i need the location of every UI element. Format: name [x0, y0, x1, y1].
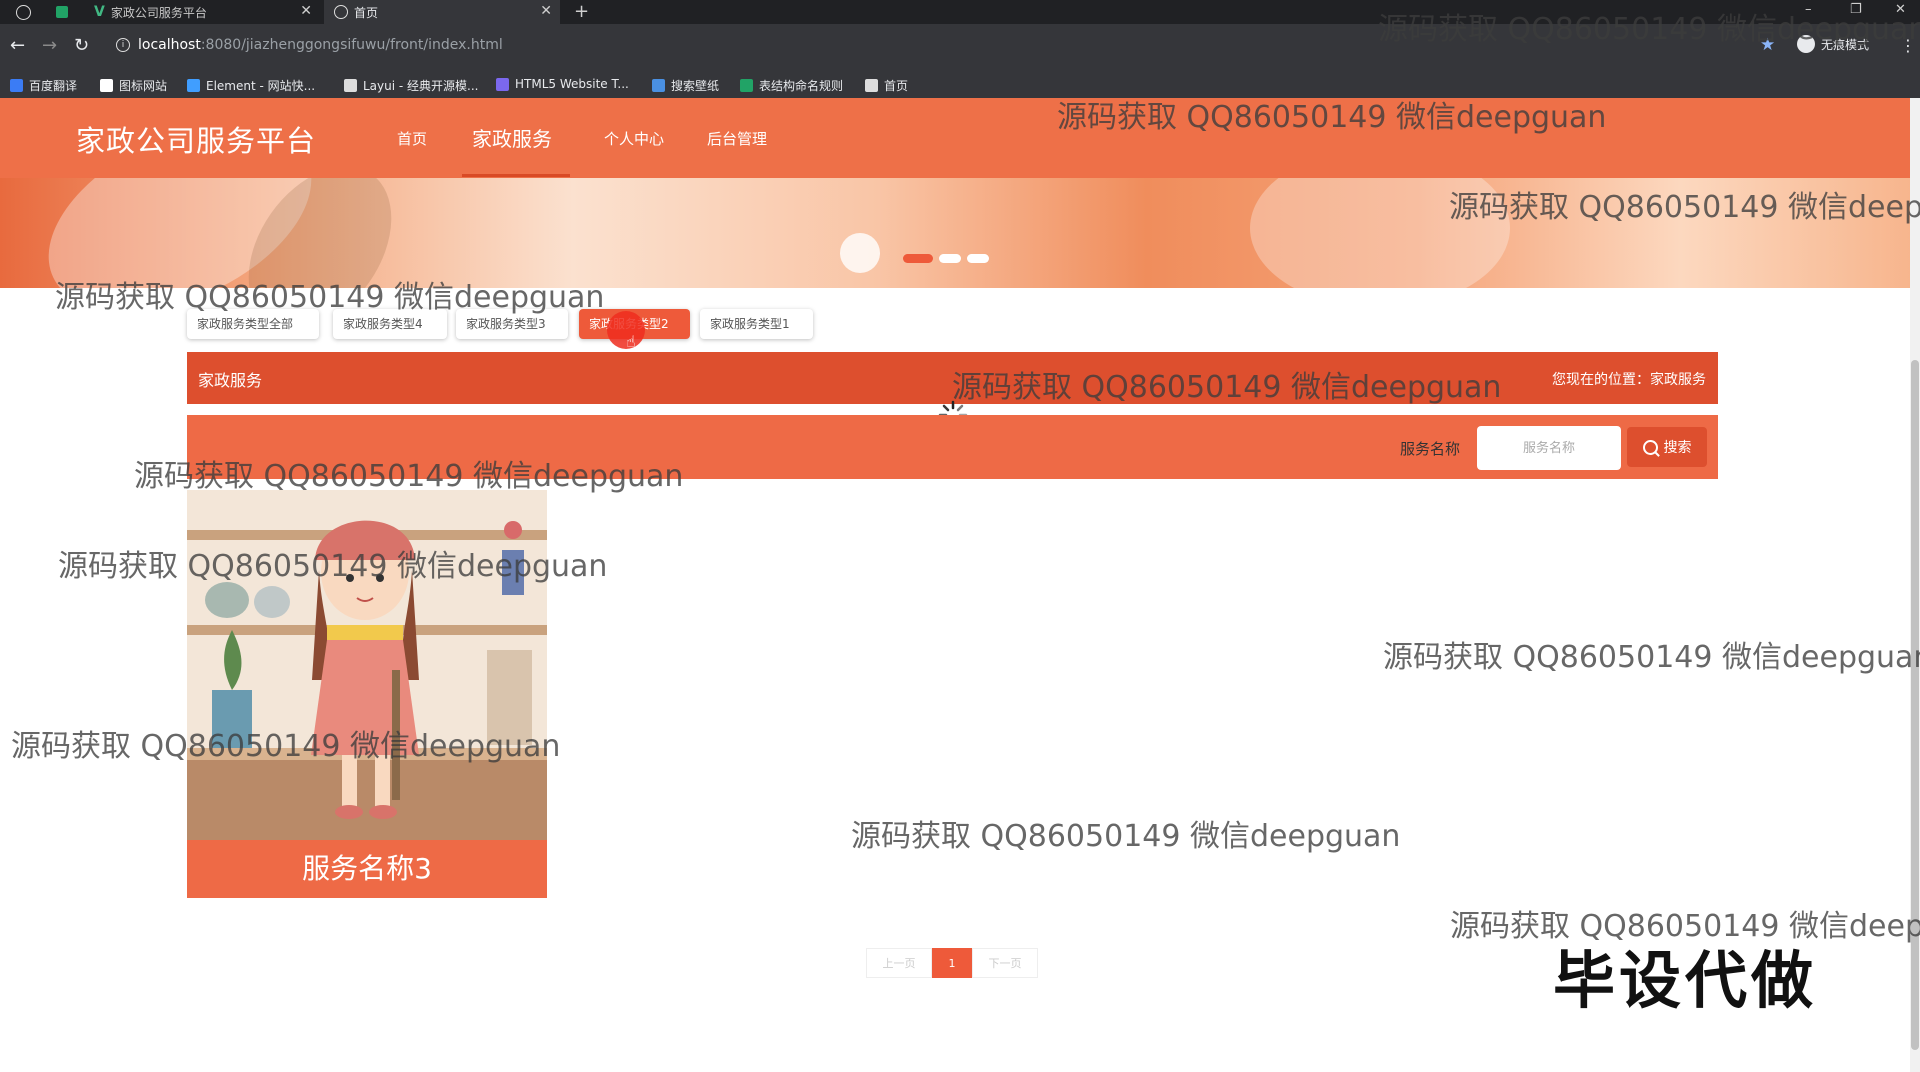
bookmark-favicon-icon [865, 79, 878, 92]
page-title: 家政服务 [198, 371, 263, 390]
search-button[interactable]: 搜索 [1627, 427, 1707, 467]
search-label: 服务名称 [1400, 440, 1461, 458]
nav-personal-center[interactable]: 个人中心 [604, 128, 664, 149]
nav-active-underline [462, 174, 570, 177]
search-icon [1642, 439, 1658, 455]
vue-icon: V [94, 4, 105, 20]
reload-icon[interactable]: ↻ [74, 35, 89, 56]
bookmark-label: 图标网站 [119, 79, 168, 93]
bookmark-label: 百度翻译 [29, 79, 78, 93]
bookmark-label: HTML5 Website T... [515, 77, 629, 91]
breadcrumb: 您现在的位置：家政服务 [1552, 372, 1706, 388]
watermark: 源码获取 QQ86050149 微信deepguan [1057, 100, 1607, 135]
bookmark-item[interactable]: 图标网站 [100, 77, 167, 94]
nav-home[interactable]: 首页 [397, 128, 427, 149]
back-arrow-icon[interactable]: ← [10, 35, 25, 56]
bookmark-favicon-icon [496, 77, 509, 91]
watermark: 源码获取 QQ86050149 微信deepguan [58, 549, 608, 584]
bookmark-item[interactable]: Layui - 经典开源模... [344, 77, 478, 94]
bookmark-label: Element - 网站快... [206, 79, 316, 93]
forward-arrow-icon[interactable]: → [42, 35, 57, 56]
nav-housekeeping-service[interactable]: 家政服务 [472, 123, 552, 152]
tab-title: 首页 [354, 5, 379, 20]
bookmark-favicon-icon [652, 79, 665, 92]
tab-platform[interactable]: V 家政公司服务平台 ✕ [88, 0, 320, 24]
watermark: 源码获取 QQ86050149 微信deepguan [1378, 12, 1920, 47]
close-icon[interactable]: ✕ [540, 3, 552, 19]
nav-admin[interactable]: 后台管理 [707, 128, 767, 149]
bookmark-label: 搜索壁纸 [671, 79, 720, 93]
page-1-button[interactable]: 1 [932, 948, 972, 978]
site-brand[interactable]: 家政公司服务平台 [76, 118, 316, 160]
service-name[interactable]: 服务名称3 [187, 840, 547, 898]
watermark: 源码获取 QQ86050149 微信deepguan [134, 459, 684, 494]
url-host: localhost [138, 37, 201, 53]
bookmark-item[interactable]: 首页 [865, 77, 908, 94]
watermark: 源码获取 QQ86050149 微信deepguan [55, 280, 605, 315]
watermark: 源码获取 QQ86050149 微信deepguan [851, 819, 1401, 854]
hand-cursor-icon: ☝ [626, 332, 636, 351]
address-bar[interactable]: localhost:8080/jiazhenggongsifuwu/front/… [138, 37, 503, 53]
globe-icon [16, 4, 31, 20]
globe-icon [334, 5, 348, 19]
sheet-icon [56, 6, 68, 18]
bookmark-favicon-icon [10, 79, 23, 92]
watermark: 源码获取 QQ86050149 微信deepg [1449, 190, 1920, 225]
banner-bubble [840, 233, 880, 273]
site-header: 家政公司服务平台 首页 家政服务 个人中心 后台管理 [0, 98, 1910, 178]
bookmark-label: 表结构命名规则 [759, 79, 844, 93]
carousel-dot[interactable] [903, 254, 933, 263]
carousel-indicators [903, 254, 989, 263]
bookmark-item[interactable]: 搜索壁纸 [652, 77, 719, 94]
info-icon[interactable]: i [116, 38, 130, 52]
scrollbar-thumb[interactable] [1911, 360, 1919, 1050]
bookmark-label: 首页 [884, 79, 909, 93]
url-path: :8080/jiazhenggongsifuwu/front/index.htm… [200, 37, 503, 53]
watermark: 源码获取 QQ86050149 微信deepguan [952, 370, 1502, 405]
tab-pinned[interactable] [10, 0, 50, 24]
search-input[interactable] [1477, 426, 1621, 470]
bookmark-favicon-icon [344, 79, 357, 92]
bookmark-favicon-icon [187, 79, 200, 92]
category-type1[interactable]: 家政服务类型1 [700, 309, 813, 339]
bookmark-favicon-icon [100, 79, 113, 92]
tab-sheet[interactable] [50, 0, 88, 24]
search-button-label: 搜索 [1663, 440, 1692, 456]
promo-text: 毕设代做 [1553, 944, 1818, 1017]
bookmark-item[interactable]: 百度翻译 [10, 77, 77, 94]
bookmarks-bar: 百度翻译 图标网站 Element - 网站快... Layui - 经典开源模...… [0, 70, 1920, 98]
carousel-dot[interactable] [967, 254, 989, 263]
bookmark-item[interactable]: 表结构命名规则 [740, 77, 843, 94]
new-tab-button[interactable]: + [574, 1, 589, 22]
carousel-dot[interactable] [939, 254, 961, 263]
bookmark-item[interactable]: HTML5 Website T... [496, 77, 629, 91]
watermark: 源码获取 QQ86050149 微信deepguan [1383, 640, 1920, 675]
next-page-button[interactable]: 下一页 [972, 948, 1038, 978]
bookmark-label: Layui - 经典开源模... [363, 79, 479, 93]
bookmark-favicon-icon [740, 79, 753, 92]
watermark: 源码获取 QQ86050149 微信deepguan [11, 729, 561, 764]
prev-page-button[interactable]: 上一页 [866, 948, 932, 978]
tab-home[interactable]: 首页 ✕ [324, 0, 560, 24]
tab-title: 家政公司服务平台 [110, 5, 207, 20]
close-icon[interactable]: ✕ [300, 3, 312, 19]
bookmark-item[interactable]: Element - 网站快... [187, 77, 315, 94]
